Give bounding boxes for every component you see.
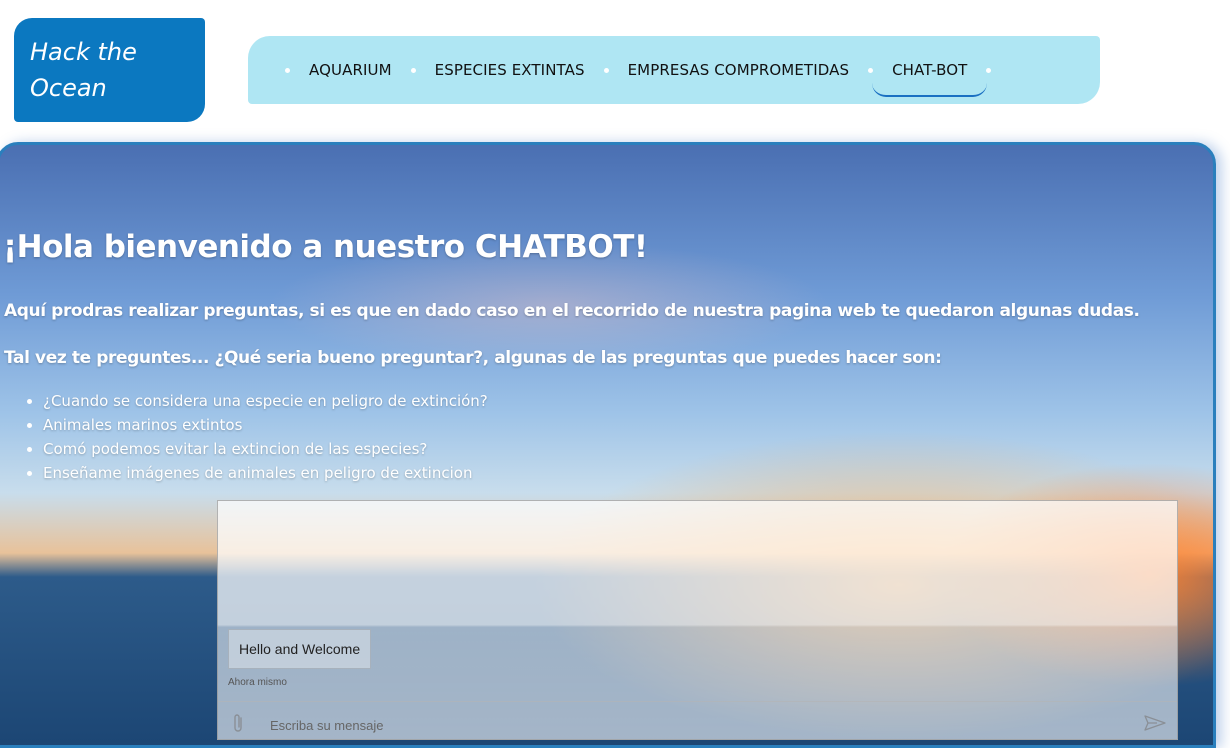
chat-input-row: [218, 701, 1177, 742]
intro-text: Aquí prodras realizar preguntas, si es q…: [4, 301, 1140, 321]
message-timestamp: Ahora mismo: [228, 677, 287, 688]
main-nav: AQUARIUM ESPECIES EXTINTAS EMPRESAS COMP…: [248, 36, 1100, 104]
list-item: ¿Cuando se considera una especie en peli…: [43, 389, 488, 413]
chat-widget: Hello and Welcome Ahora mismo: [217, 500, 1178, 740]
suggested-questions-list: ¿Cuando se considera una especie en peli…: [3, 389, 488, 485]
nav-item-aquarium[interactable]: AQUARIUM: [307, 61, 394, 79]
paperclip-icon[interactable]: [230, 712, 246, 734]
list-item: Enseñame imágenes de animales en peligro…: [43, 461, 488, 485]
page-title: ¡Hola bienvenido a nuestro CHATBOT!: [3, 229, 648, 265]
bot-message-bubble: Hello and Welcome: [228, 629, 372, 669]
logo-line-2: Ocean: [30, 74, 107, 102]
message-input[interactable]: [268, 714, 1092, 736]
list-item: Comó podemos evitar la extincion de las …: [43, 437, 488, 461]
logo-line-1: Hack the: [30, 38, 137, 66]
nav-item-empresas-comprometidas[interactable]: EMPRESAS COMPROMETIDAS: [626, 61, 852, 79]
nav-item-especies-extintas[interactable]: ESPECIES EXTINTAS: [433, 61, 587, 79]
list-item: Animales marinos extintos: [43, 413, 488, 437]
nav-separator-dot: [868, 67, 874, 73]
nav-separator-dot: [603, 67, 609, 73]
nav-separator-dot: [986, 67, 992, 73]
nav-separator-dot: [285, 67, 290, 73]
send-icon[interactable]: [1143, 714, 1167, 732]
hint-text: Tal vez te preguntes... ¿Qué seria bueno…: [4, 348, 942, 368]
nav-separator-dot: [410, 67, 416, 73]
site-logo[interactable]: Hack the Ocean: [14, 18, 205, 122]
nav-item-chat-bot[interactable]: CHAT-BOT: [872, 61, 988, 97]
